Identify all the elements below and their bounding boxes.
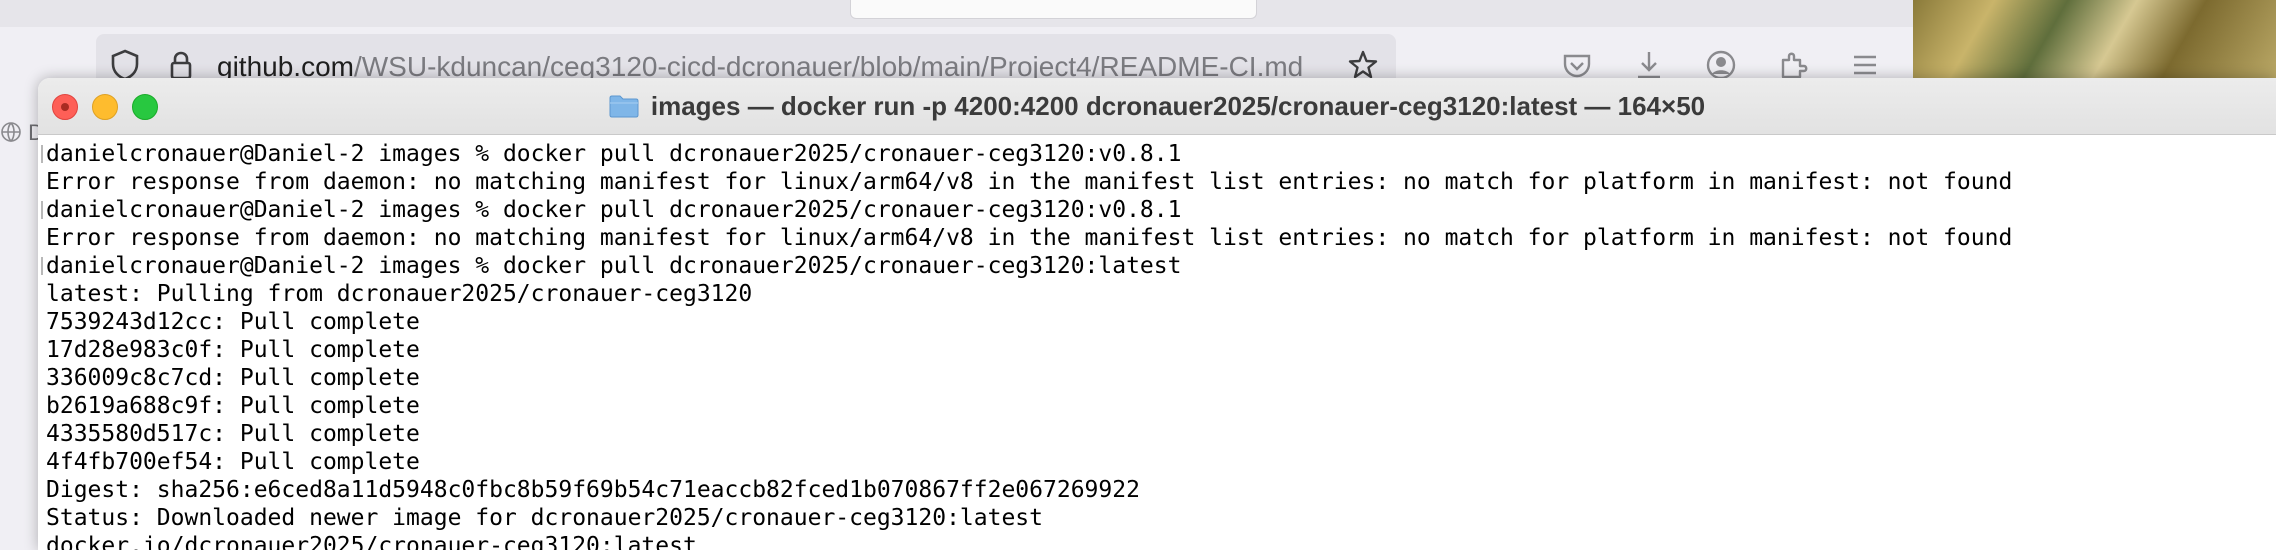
command-line: danielcronauer@Daniel-2 images % docker …	[46, 253, 1182, 279]
folder-icon	[609, 95, 639, 118]
terminal-lines: danielcronauer@Daniel-2 images % docker …	[46, 140, 2012, 550]
command-line: danielcronauer@Daniel-2 images % docker …	[46, 197, 1182, 223]
lock-icon[interactable]	[164, 48, 198, 82]
output-line: 4335580d517c: Pull complete	[46, 421, 420, 447]
prompt-mark-gutter	[38, 135, 44, 550]
terminal-window[interactable]: images — docker run -p 4200:4200 dcronau…	[38, 78, 2276, 550]
desktop-wallpaper	[1913, 0, 2276, 78]
command-line: danielcronauer@Daniel-2 images % docker …	[46, 141, 1182, 167]
menu-icon[interactable]	[1848, 48, 1882, 82]
output-line: 7539243d12cc: Pull complete	[46, 309, 420, 335]
output-line: Digest: sha256:e6ced8a11d5948c0fbc8b59f6…	[46, 477, 1140, 503]
globe-icon	[1, 122, 21, 143]
output-line: docker.io/dcronauer2025/cronauer-ceg3120…	[46, 533, 697, 550]
window-title: images — docker run -p 4200:4200 dcronau…	[650, 90, 1706, 121]
title-container: images — docker run -p 4200:4200 dcronau…	[38, 78, 2276, 134]
prompt-mark	[41, 257, 43, 275]
browser-tab[interactable]	[850, 0, 1257, 19]
output-line: 17d28e983c0f: Pull complete	[46, 337, 420, 363]
terminal-output[interactable]: danielcronauer@Daniel-2 images % docker …	[38, 135, 2276, 550]
shield-icon[interactable]	[108, 48, 142, 82]
download-icon[interactable]	[1632, 48, 1666, 82]
output-line: Error response from daemon: no matching …	[46, 225, 2013, 251]
extensions-icon[interactable]	[1776, 48, 1810, 82]
output-line: Error response from daemon: no matching …	[46, 169, 2013, 195]
browser-tab-strip	[0, 0, 1913, 27]
prompt-mark	[41, 201, 43, 219]
prompt-mark	[41, 145, 43, 163]
output-line: Status: Downloaded newer image for dcron…	[46, 505, 1043, 531]
output-line: b2619a688c9f: Pull complete	[46, 393, 420, 419]
terminal-titlebar[interactable]: images — docker run -p 4200:4200 dcronau…	[38, 78, 2276, 135]
output-line: 4f4fb700ef54: Pull complete	[46, 449, 420, 475]
account-icon[interactable]	[1704, 48, 1738, 82]
bookmark-star-icon[interactable]	[1346, 48, 1380, 82]
output-line: latest: Pulling from dcronauer2025/crona…	[46, 281, 753, 307]
output-line: 336009c8c7cd: Pull complete	[46, 365, 420, 391]
pocket-icon[interactable]	[1560, 48, 1594, 82]
